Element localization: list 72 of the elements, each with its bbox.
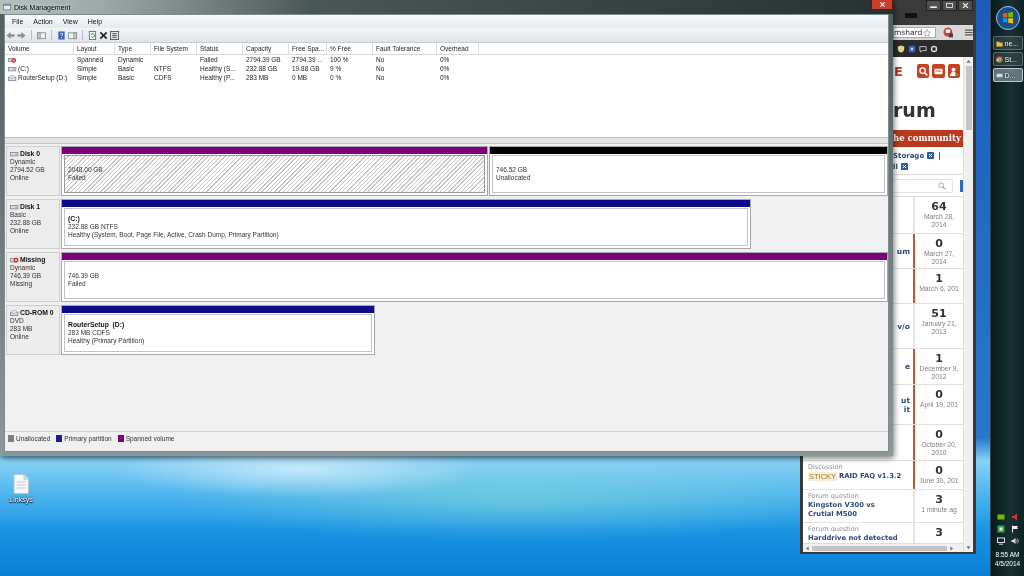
cd-drive-icon — [8, 74, 17, 81]
shield-icon[interactable] — [897, 44, 905, 53]
menu-icon[interactable] — [965, 29, 973, 36]
minimize-button[interactable] — [926, 0, 941, 11]
circle-icon[interactable] — [930, 44, 938, 53]
messages-button[interactable] — [932, 64, 945, 78]
speaker-icon[interactable] — [1010, 537, 1019, 545]
cd-drive-icon — [10, 310, 19, 316]
message-icon — [933, 66, 943, 76]
back-arrow-icon[interactable] — [6, 30, 15, 40]
tile-icon[interactable] — [996, 513, 1005, 521]
search-icon — [938, 181, 946, 190]
reply-count: 0 — [935, 388, 943, 401]
close-button[interactable] — [958, 0, 973, 11]
folder-icon — [995, 39, 1003, 47]
failed-drive-icon — [8, 56, 17, 63]
user-icon — [949, 66, 959, 76]
up-arrow-icon[interactable] — [966, 59, 971, 64]
monitor-icon[interactable] — [996, 537, 1005, 545]
flag-icon[interactable] — [1010, 525, 1019, 533]
drive-icon — [995, 71, 1003, 79]
drive-icon — [10, 151, 19, 157]
browser-icon — [995, 55, 1003, 63]
reply-count: 3 — [935, 526, 943, 539]
chat-bubble-icon[interactable] — [919, 44, 927, 53]
error-drive-icon — [10, 257, 19, 263]
scrollbar-thumb[interactable] — [812, 545, 947, 551]
close-icon — [878, 2, 886, 7]
reply-count: 0 — [935, 464, 943, 477]
close-button[interactable] — [871, 0, 893, 10]
account-button[interactable] — [947, 64, 960, 78]
vertical-scrollbar[interactable] — [963, 57, 973, 552]
left-arrow-icon[interactable] — [805, 545, 810, 551]
app-icon — [3, 3, 11, 11]
refresh-icon[interactable] — [88, 30, 97, 40]
close-icon — [962, 3, 969, 8]
extension-icon[interactable] — [942, 27, 954, 38]
search-field[interactable] — [893, 178, 953, 193]
reply-count: 51 — [931, 307, 947, 320]
maximize-button[interactable] — [942, 0, 957, 11]
start-orb-icon[interactable] — [995, 6, 1020, 30]
search-icon — [918, 66, 928, 76]
help-icon[interactable] — [57, 30, 66, 40]
reply-count: 1 — [935, 352, 943, 365]
forward-arrow-icon[interactable] — [17, 30, 26, 40]
community-banner[interactable]: he community — [893, 130, 963, 147]
page-heading: rum — [893, 98, 937, 123]
left-panel-icon[interactable] — [37, 30, 46, 40]
remove-filter-icon[interactable] — [900, 163, 908, 170]
reply-count: 3 — [935, 493, 943, 506]
right-panel-icon[interactable] — [68, 30, 77, 40]
list-icon[interactable] — [110, 30, 119, 40]
button-edge[interactable] — [960, 179, 963, 192]
horizontal-scrollbar[interactable] — [803, 543, 963, 552]
right-arrow-icon[interactable] — [949, 545, 954, 551]
down-arrow-icon[interactable] — [966, 545, 971, 550]
tile-icon[interactable] — [908, 44, 916, 53]
logo-text[interactable]: E — [894, 63, 903, 79]
drive-icon — [8, 65, 17, 72]
search-button[interactable] — [916, 64, 930, 78]
reply-count: 0 — [935, 237, 943, 250]
maximize-icon — [946, 3, 953, 8]
reply-count: 1 — [935, 272, 943, 285]
square-icon[interactable] — [996, 525, 1005, 533]
delete-icon[interactable] — [99, 30, 108, 40]
reply-count: 0 — [935, 428, 943, 441]
star-icon[interactable] — [923, 28, 932, 37]
drive-icon — [10, 204, 19, 210]
reply-count: 64 — [931, 200, 947, 213]
remove-filter-icon[interactable] — [927, 152, 935, 159]
minimize-icon — [930, 3, 937, 8]
scrollbar-thumb[interactable] — [965, 66, 972, 130]
